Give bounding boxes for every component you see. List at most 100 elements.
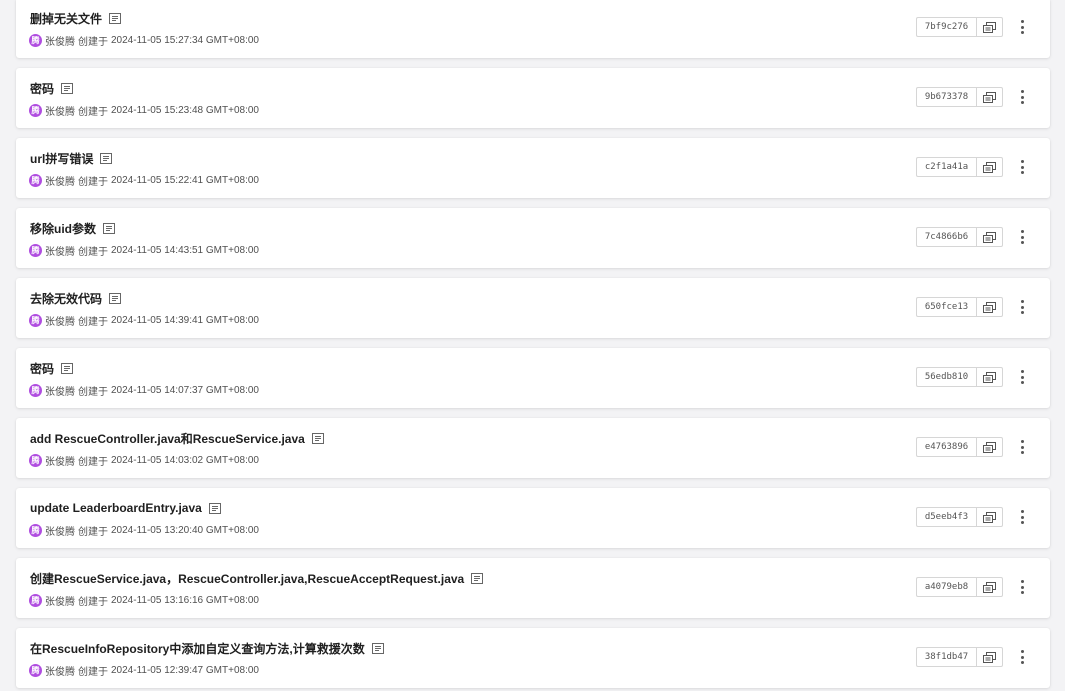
created-label: 创建于 bbox=[78, 316, 108, 328]
commit-card: 密码 腾 张俊腾 创建于 2024-11-05 14:07:37 GMT+08:… bbox=[16, 348, 1050, 408]
commit-card: 创建RescueService.java，RescueController.ja… bbox=[16, 558, 1050, 618]
commit-hash[interactable]: 9b673378 bbox=[916, 87, 976, 107]
commit-hash[interactable]: 38f1db47 bbox=[916, 647, 976, 667]
commit-title[interactable]: 密码 bbox=[30, 80, 54, 97]
commit-title[interactable]: 在RescueInfoRepository中添加自定义查询方法,计算救援次数 bbox=[30, 640, 365, 657]
more-vertical-icon[interactable] bbox=[1018, 579, 1026, 595]
commit-timestamp: 2024-11-05 14:03:02 GMT+08:00 bbox=[111, 454, 259, 466]
commit-title[interactable]: 密码 bbox=[30, 360, 54, 377]
commit-author[interactable]: 张俊腾 bbox=[45, 33, 75, 48]
copy-icon bbox=[983, 21, 996, 33]
document-icon[interactable] bbox=[103, 222, 115, 234]
commit-timestamp: 2024-11-05 14:39:41 GMT+08:00 bbox=[111, 314, 259, 326]
commit-timestamp: 2024-11-05 13:16:16 GMT+08:00 bbox=[111, 594, 259, 606]
commit-hash[interactable]: 7c4866b6 bbox=[916, 227, 976, 247]
commit-meta: 腾 张俊腾 创建于 2024-11-05 14:39:41 GMT+08:00 bbox=[29, 313, 259, 328]
commit-author[interactable]: 张俊腾 bbox=[45, 313, 75, 328]
commit-hash-group: 650fce13 bbox=[916, 297, 1003, 317]
copy-hash-button[interactable] bbox=[976, 367, 1003, 387]
commit-hash[interactable]: d5eeb4f3 bbox=[916, 507, 976, 527]
commit-title[interactable]: 移除uid参数 bbox=[30, 220, 96, 237]
copy-hash-button[interactable] bbox=[976, 577, 1003, 597]
commit-title[interactable]: update LeaderboardEntry.java bbox=[30, 501, 202, 515]
copy-icon bbox=[983, 581, 996, 593]
commit-title-row: 密码 bbox=[30, 360, 74, 377]
copy-hash-button[interactable] bbox=[976, 507, 1003, 527]
commit-author[interactable]: 张俊腾 bbox=[45, 173, 75, 188]
commit-hash-group: 7bf9c276 bbox=[916, 17, 1003, 37]
commit-hash[interactable]: e4763896 bbox=[916, 437, 976, 457]
copy-icon bbox=[983, 511, 996, 523]
more-vertical-icon[interactable] bbox=[1018, 509, 1026, 525]
avatar: 腾 bbox=[29, 453, 42, 467]
document-icon[interactable] bbox=[471, 572, 484, 584]
commit-title[interactable]: url拼写错误 bbox=[30, 150, 93, 167]
document-icon[interactable] bbox=[109, 12, 122, 24]
commit-hash-group: 7c4866b6 bbox=[916, 227, 1003, 247]
commit-author[interactable]: 张俊腾 bbox=[45, 523, 75, 538]
created-label: 创建于 bbox=[78, 176, 108, 188]
document-icon[interactable] bbox=[61, 82, 74, 94]
commit-timestamp: 2024-11-05 15:23:48 GMT+08:00 bbox=[111, 104, 259, 116]
document-icon[interactable] bbox=[311, 432, 324, 444]
more-vertical-icon[interactable] bbox=[1018, 89, 1026, 105]
copy-hash-button[interactable] bbox=[976, 227, 1003, 247]
copy-icon bbox=[983, 161, 996, 173]
copy-hash-button[interactable] bbox=[976, 437, 1003, 457]
commit-hash-group: d5eeb4f3 bbox=[916, 507, 1003, 527]
document-icon[interactable] bbox=[371, 642, 384, 654]
avatar: 腾 bbox=[29, 593, 42, 607]
copy-hash-button[interactable] bbox=[976, 157, 1003, 177]
more-vertical-icon[interactable] bbox=[1018, 19, 1026, 35]
commit-card: 在RescueInfoRepository中添加自定义查询方法,计算救援次数 腾… bbox=[16, 628, 1050, 688]
commit-timestamp: 2024-11-05 15:27:34 GMT+08:00 bbox=[111, 34, 259, 46]
commit-hash[interactable]: a4079eb8 bbox=[916, 577, 976, 597]
commit-title-row: 在RescueInfoRepository中添加自定义查询方法,计算救援次数 bbox=[30, 640, 384, 656]
commit-timestamp: 2024-11-05 12:39:47 GMT+08:00 bbox=[111, 664, 259, 676]
commit-hash[interactable]: 650fce13 bbox=[916, 297, 976, 317]
commit-meta: 腾 张俊腾 创建于 2024-11-05 14:43:51 GMT+08:00 bbox=[29, 243, 259, 258]
commit-author[interactable]: 张俊腾 bbox=[45, 453, 75, 468]
document-icon[interactable] bbox=[100, 152, 113, 164]
commit-meta: 腾 张俊腾 创建于 2024-11-05 12:39:47 GMT+08:00 bbox=[29, 663, 259, 678]
created-label: 创建于 bbox=[78, 106, 108, 118]
commit-title[interactable]: 创建RescueService.java，RescueController.ja… bbox=[30, 570, 464, 587]
commit-author[interactable]: 张俊腾 bbox=[45, 593, 75, 608]
commit-hash[interactable]: 56edb810 bbox=[916, 367, 976, 387]
more-vertical-icon[interactable] bbox=[1018, 159, 1026, 175]
commit-hash-group: 56edb810 bbox=[916, 367, 1003, 387]
commit-title-row: update LeaderboardEntry.java bbox=[30, 500, 221, 516]
copy-hash-button[interactable] bbox=[976, 17, 1003, 37]
commit-title[interactable]: 删掉无关文件 bbox=[30, 10, 102, 27]
avatar: 腾 bbox=[29, 313, 42, 327]
commit-title-row: 删掉无关文件 bbox=[30, 10, 122, 27]
document-icon[interactable] bbox=[61, 362, 74, 374]
created-label: 创建于 bbox=[78, 666, 108, 678]
copy-icon bbox=[983, 371, 996, 383]
created-label: 创建于 bbox=[78, 36, 108, 48]
copy-hash-button[interactable] bbox=[976, 87, 1003, 107]
commit-title-row: 密码 bbox=[30, 80, 74, 97]
commit-author[interactable]: 张俊腾 bbox=[45, 103, 75, 118]
document-icon[interactable] bbox=[109, 292, 122, 304]
more-vertical-icon[interactable] bbox=[1018, 229, 1026, 245]
avatar: 腾 bbox=[29, 663, 42, 677]
commit-author[interactable]: 张俊腾 bbox=[45, 243, 75, 258]
commit-timestamp: 2024-11-05 14:43:51 GMT+08:00 bbox=[111, 244, 259, 256]
more-vertical-icon[interactable] bbox=[1018, 439, 1026, 455]
commit-hash[interactable]: 7bf9c276 bbox=[916, 17, 976, 37]
commit-hash[interactable]: c2f1a41a bbox=[916, 157, 976, 177]
commit-hash-group: e4763896 bbox=[916, 437, 1003, 457]
avatar: 腾 bbox=[29, 173, 42, 187]
more-vertical-icon[interactable] bbox=[1018, 649, 1026, 665]
commit-title[interactable]: 去除无效代码 bbox=[30, 290, 102, 307]
copy-hash-button[interactable] bbox=[976, 297, 1003, 317]
commit-author[interactable]: 张俊腾 bbox=[45, 663, 75, 678]
more-vertical-icon[interactable] bbox=[1018, 369, 1026, 385]
commit-hash-group: a4079eb8 bbox=[916, 577, 1003, 597]
document-icon[interactable] bbox=[208, 502, 221, 514]
copy-hash-button[interactable] bbox=[976, 647, 1003, 667]
commit-author[interactable]: 张俊腾 bbox=[45, 383, 75, 398]
commit-title[interactable]: add RescueController.java和RescueService.… bbox=[30, 430, 305, 447]
more-vertical-icon[interactable] bbox=[1018, 299, 1026, 315]
